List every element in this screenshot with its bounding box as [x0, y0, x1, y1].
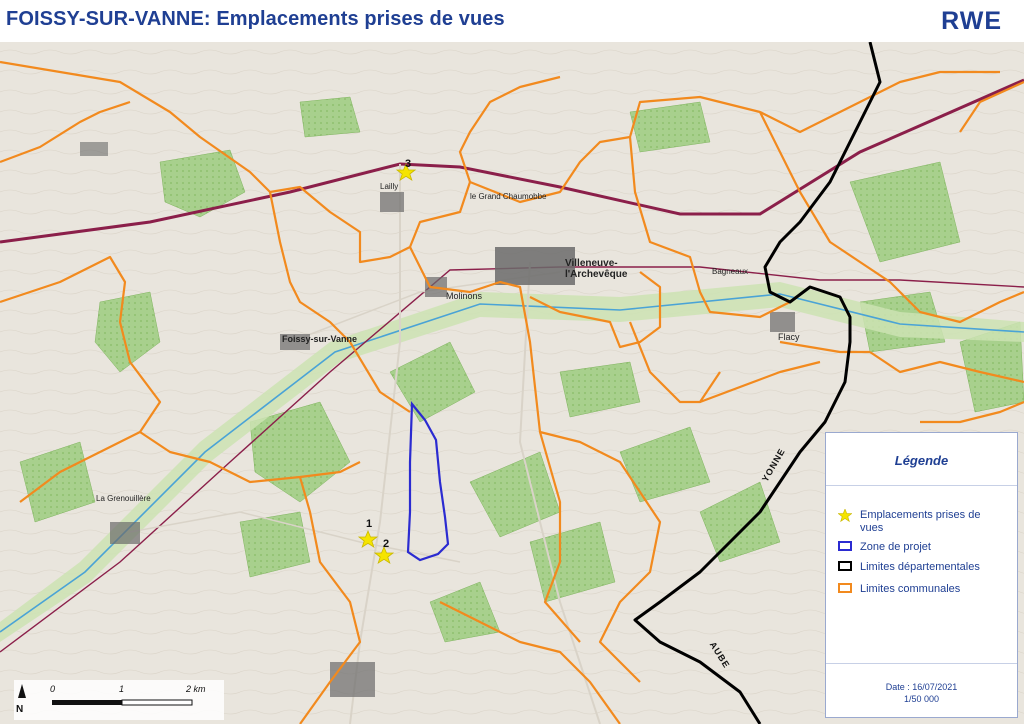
- header-bar: FOISSY-SUR-VANNE: Emplacements prises de…: [0, 0, 1024, 42]
- legend-label: Limites départementales: [860, 561, 980, 573]
- legend-date-block: Date : 16/07/2021 1/50 000: [826, 681, 1017, 705]
- page-title: FOISSY-SUR-VANNE: Emplacements prises de…: [6, 8, 505, 30]
- viewpoint-number: 3: [405, 158, 412, 170]
- star-icon: [838, 509, 852, 523]
- north-arrow-label: N: [16, 704, 24, 715]
- scale-bar: N 0 1 2 km: [14, 680, 224, 720]
- place-label: Flacy: [778, 332, 800, 342]
- legend-label: Zone de projet: [860, 541, 931, 553]
- viewpoint-number: 2: [383, 538, 390, 550]
- map-scale: 1/50 000: [903, 694, 940, 704]
- legend-divider: [826, 663, 1017, 664]
- map-legend: Légende Emplacements prises de vues Zone…: [825, 432, 1018, 718]
- legend-swatch: [838, 583, 852, 593]
- scale-label-0: 0: [50, 684, 56, 694]
- viewpoint-number: 1: [366, 518, 373, 530]
- place-label: Molinons: [446, 291, 483, 301]
- scale-label-2: 2 km: [186, 684, 206, 694]
- legend-swatch: [838, 561, 852, 571]
- legend-swatch: [838, 541, 852, 551]
- place-label: Lailly: [380, 182, 399, 191]
- legend-label: Limites communales: [860, 583, 961, 595]
- place-label: le Grand Chaumobbe: [470, 192, 547, 201]
- place-label: Foissy-sur-Vanne: [282, 334, 358, 344]
- legend-label: Emplacements prises de vues: [860, 509, 981, 534]
- scale-label-1: 1: [119, 684, 125, 694]
- map-date: Date : 16/07/2021: [885, 682, 958, 692]
- place-label: La Grenouillère: [96, 494, 151, 503]
- legend-divider: [826, 485, 1017, 486]
- rwe-logo: RWE: [941, 7, 1002, 35]
- place-label: Villeneuve-l'Archevêque: [565, 258, 628, 280]
- legend-title: Légende: [894, 453, 949, 468]
- place-label: Bagneaux: [712, 267, 749, 276]
